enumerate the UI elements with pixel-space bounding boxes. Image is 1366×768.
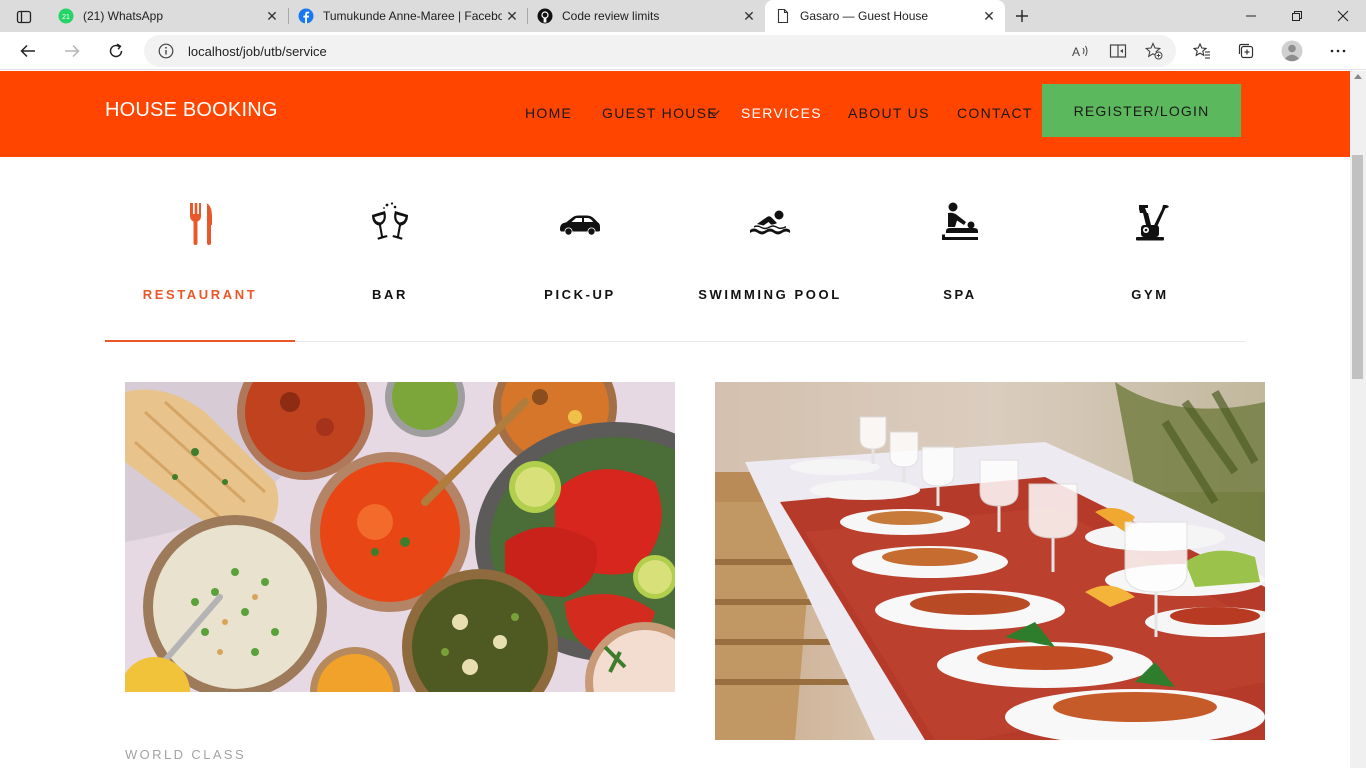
page-viewport: HOUSE BOOKING HOME GUEST HOUSE SERVICES … xyxy=(0,71,1350,768)
nav-home[interactable]: HOME xyxy=(525,105,572,121)
register-login-button[interactable]: REGISTER/LOGIN xyxy=(1042,84,1241,137)
wine-glasses-icon xyxy=(372,202,408,240)
settings-menu-button[interactable] xyxy=(1324,37,1352,65)
service-tab-pick-up[interactable]: PICK-UP xyxy=(485,199,675,302)
close-window-button[interactable] xyxy=(1320,2,1366,30)
reload-button[interactable] xyxy=(102,37,130,65)
back-button[interactable] xyxy=(14,37,42,65)
active-tab-indicator xyxy=(105,340,295,342)
svg-text:A: A xyxy=(1072,45,1080,59)
read-aloud-icon[interactable]: A xyxy=(1070,40,1092,62)
site-header: HOUSE BOOKING HOME GUEST HOUSE SERVICES … xyxy=(0,71,1350,157)
service-label: GYM xyxy=(1131,287,1169,302)
browser-toolbar: localhost/job/utb/service A xyxy=(0,32,1366,70)
tab-whatsapp[interactable]: 21 (21) WhatsApp ✕ xyxy=(48,0,288,32)
immersive-reader-icon[interactable] xyxy=(1107,40,1129,62)
reload-icon xyxy=(109,43,123,58)
brand-logo[interactable]: HOUSE BOOKING xyxy=(105,99,278,122)
service-label: PICK-UP xyxy=(544,287,616,302)
service-label: SWIMMING POOL xyxy=(698,287,842,302)
scrollbar-thumb[interactable] xyxy=(1352,155,1363,379)
collections-icon xyxy=(1238,43,1254,59)
address-bar[interactable]: localhost/job/utb/service A xyxy=(144,35,1176,67)
facebook-icon xyxy=(298,8,314,24)
close-icon[interactable]: ✕ xyxy=(502,6,522,26)
tab-actions-button[interactable] xyxy=(8,6,40,28)
service-tab-swimming-pool[interactable]: SWIMMING POOL xyxy=(675,199,865,302)
page-icon xyxy=(777,8,789,24)
favorites-icon xyxy=(1193,42,1210,59)
section-eyebrow: WORLD CLASS xyxy=(125,747,247,762)
exercise-bike-icon xyxy=(1136,204,1169,241)
service-label: BAR xyxy=(372,287,408,302)
restaurant-food-photo xyxy=(125,382,675,692)
swimmer-icon xyxy=(750,210,790,235)
service-tab-spa[interactable]: SPA xyxy=(865,199,1055,302)
tab-facebook[interactable]: Tumukunde Anne-Maree | Facebook ✕ xyxy=(288,0,528,32)
tab-gasaro-active[interactable]: Gasaro — Guest House ✕ xyxy=(765,0,1005,32)
restore-icon xyxy=(1292,11,1302,21)
tab-title: Tumukunde Anne-Maree | Facebook xyxy=(323,9,502,23)
scroll-up-arrow[interactable] xyxy=(1354,74,1362,79)
service-tab-restaurant[interactable]: RESTAURANT xyxy=(105,199,295,302)
collections-button[interactable] xyxy=(1232,37,1260,65)
svg-text:21: 21 xyxy=(62,14,70,21)
forward-button[interactable] xyxy=(58,37,86,65)
service-tab-gym[interactable]: GYM xyxy=(1055,199,1245,302)
close-icon[interactable]: ✕ xyxy=(739,6,759,26)
massage-icon xyxy=(942,202,978,240)
tab-github[interactable]: Code review limits ✕ xyxy=(527,0,765,32)
tab-actions-icon xyxy=(16,10,32,24)
close-icon[interactable]: ✕ xyxy=(262,6,282,26)
tab-title: Gasaro — Guest House xyxy=(800,9,929,23)
page-scrollbar[interactable] xyxy=(1350,71,1366,768)
close-icon[interactable]: ✕ xyxy=(979,6,999,26)
tab-title: Code review limits xyxy=(562,9,660,23)
minimize-icon xyxy=(1246,15,1256,17)
tab-title: (21) WhatsApp xyxy=(83,9,164,23)
minimize-button[interactable] xyxy=(1228,2,1274,30)
nav-contact[interactable]: CONTACT xyxy=(957,105,1033,121)
whatsapp-icon: 21 xyxy=(58,8,74,24)
plus-icon xyxy=(1016,10,1028,22)
nav-services[interactable]: SERVICES xyxy=(741,105,822,121)
cutlery-icon xyxy=(190,203,212,245)
nav-guest-house[interactable]: GUEST HOUSE xyxy=(602,105,718,121)
service-label: SPA xyxy=(943,287,977,302)
arrow-left-icon xyxy=(20,44,35,58)
arrow-right-icon xyxy=(65,44,80,58)
avatar xyxy=(1281,40,1303,62)
site-info-icon[interactable] xyxy=(156,41,176,61)
github-icon xyxy=(537,8,553,24)
restaurant-banquet-photo xyxy=(715,382,1265,740)
profile-button[interactable] xyxy=(1278,37,1306,65)
favorites-button[interactable] xyxy=(1188,37,1216,65)
close-icon xyxy=(1337,10,1349,22)
car-icon xyxy=(560,215,600,235)
restore-button[interactable] xyxy=(1274,2,1320,30)
more-icon xyxy=(1330,49,1346,53)
url-text: localhost/job/utb/service xyxy=(188,44,327,59)
new-tab-button[interactable] xyxy=(1010,4,1034,28)
browser-tab-bar: 21 (21) WhatsApp ✕ Tumukunde Anne-Maree … xyxy=(0,0,1366,32)
add-favorite-icon[interactable] xyxy=(1143,40,1165,62)
service-tab-bar[interactable]: BAR xyxy=(295,199,485,302)
nav-about-us[interactable]: ABOUT US xyxy=(848,105,930,121)
service-label: RESTAURANT xyxy=(142,287,258,302)
